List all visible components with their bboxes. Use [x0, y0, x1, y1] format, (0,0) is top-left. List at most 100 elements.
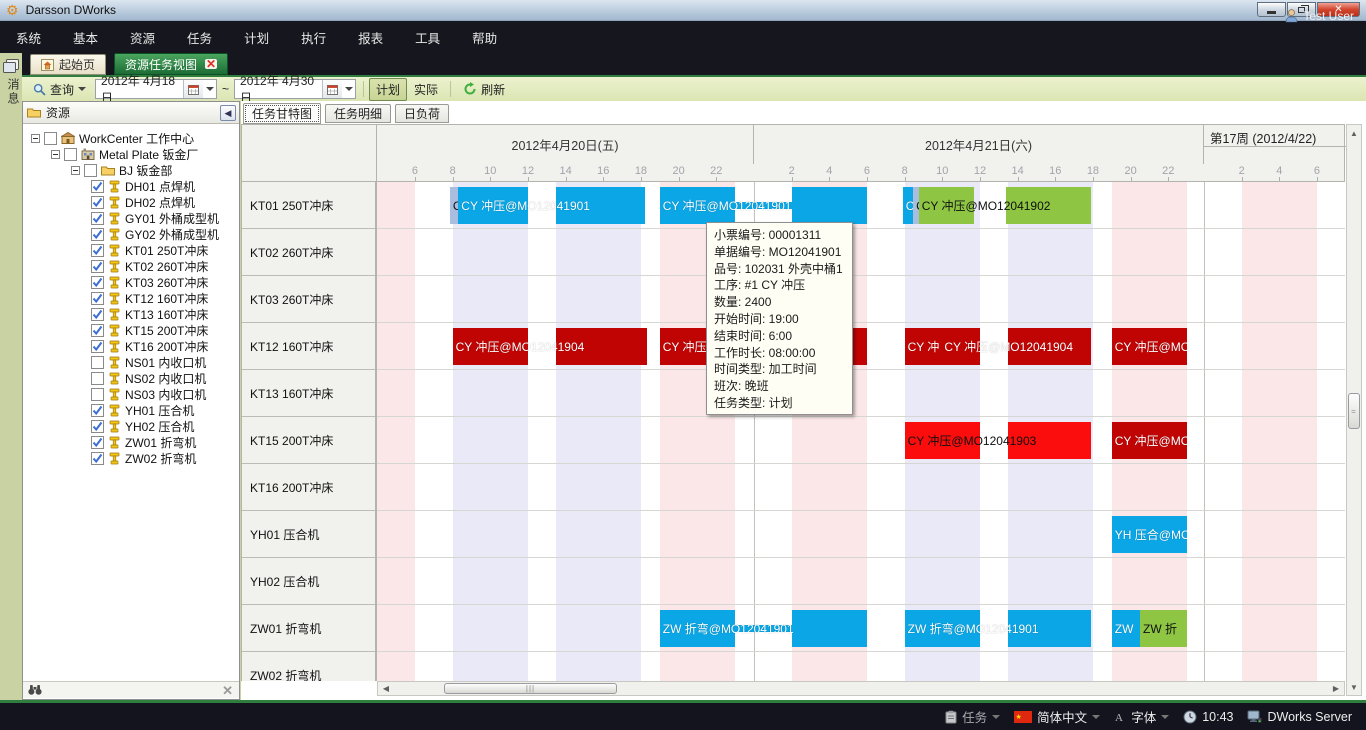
tab-close-icon[interactable]: ✕ [205, 59, 217, 69]
status-item-字体[interactable]: A字体 [1114, 707, 1169, 726]
refresh-button[interactable]: 刷新 [456, 78, 512, 101]
tree-item-NS01[interactable]: NS01 内收口机 [91, 354, 206, 370]
checkbox-unchecked[interactable] [44, 132, 57, 145]
tree-item-KT01[interactable]: KT01 250T冲床 [91, 242, 208, 258]
date-from-field[interactable]: 2012年 4月18日 [95, 79, 217, 99]
tree-item-KT15[interactable]: KT15 200T冲床 [91, 322, 208, 338]
gantt-task-bar[interactable]: ZW [1112, 610, 1140, 647]
gantt-tab-任务甘特图[interactable]: 任务甘特图 [243, 103, 321, 124]
checkbox-checked[interactable] [91, 228, 104, 241]
tree-item-ZW01[interactable]: ZW01 折弯机 [91, 434, 196, 450]
checkbox-checked[interactable] [91, 212, 104, 225]
gantt-task-bar[interactable]: ZW 折弯@MO12041901 [905, 610, 980, 647]
tree-item-KT02[interactable]: KT02 260T冲床 [91, 258, 208, 274]
gantt-task-bar[interactable]: CY 冲压@MO12041903 [905, 422, 980, 459]
checkbox-checked[interactable] [91, 420, 104, 433]
date-to-dropdown[interactable] [342, 80, 355, 98]
collapse-panel-button[interactable]: ◀ [220, 105, 236, 121]
tree-item-WorkCenter[interactable]: WorkCenter 工作中心 [31, 130, 194, 146]
checkbox-checked[interactable] [91, 452, 104, 465]
checkbox-unchecked[interactable] [84, 164, 97, 177]
menu-item-系统[interactable]: 系统 [0, 21, 57, 53]
vertical-scrollbar[interactable]: ▲ = ▼ [1346, 124, 1362, 696]
title-bar[interactable]: ⚙ Darsson DWorks ✕ [0, 0, 1366, 21]
tab-home[interactable]: 起始页 [30, 54, 106, 75]
checkbox-checked[interactable] [91, 308, 104, 321]
status-item-任务[interactable]: 任务 [945, 707, 1000, 726]
menu-item-基本[interactable]: 基本 [57, 21, 114, 53]
gantt-tab-日负荷[interactable]: 日负荷 [395, 104, 449, 123]
checkbox-checked[interactable] [91, 436, 104, 449]
checkbox-unchecked[interactable] [64, 148, 77, 161]
current-user[interactable]: Test User [1285, 0, 1354, 32]
gantt-task-bar[interactable]: CY 冲 [905, 328, 942, 365]
gantt-row-label[interactable]: KT01 250T冲床 [242, 182, 376, 229]
panel-windows-icon[interactable] [3, 59, 19, 74]
gantt-task-bar[interactable]: YH 压合@MO1 [1112, 516, 1187, 553]
status-item-简体中文[interactable]: ★简体中文 [1014, 707, 1100, 726]
minimize-button[interactable] [1257, 2, 1286, 17]
tree-item-YH01[interactable]: YH01 压合机 [91, 402, 194, 418]
tree-item-NS03[interactable]: NS03 内收口机 [91, 386, 206, 402]
status-item-10:43[interactable]: 10:43 [1183, 710, 1233, 724]
query-button[interactable]: 查询 [26, 78, 93, 101]
scrollbar-thumb[interactable]: = [1348, 393, 1360, 429]
tree-item-BJ[interactable]: BJ 钣金部 [71, 162, 172, 178]
date-from-dropdown[interactable] [203, 80, 216, 98]
tree-item-YH02[interactable]: YH02 压合机 [91, 418, 194, 434]
gantt-task-bar[interactable]: CY 冲压@MO12041904 [453, 328, 528, 365]
gantt-task-bar[interactable]: CY 冲压@MO1 [1112, 422, 1187, 459]
tree-item-NS02[interactable]: NS02 内收口机 [91, 370, 206, 386]
checkbox-checked[interactable] [91, 260, 104, 273]
scroll-left-icon[interactable]: ◀ [380, 682, 392, 695]
gantt-row-label[interactable]: KT02 260T冲床 [242, 229, 376, 276]
gantt-task-bar[interactable]: C [450, 187, 458, 224]
gantt-row-label[interactable]: KT12 160T冲床 [242, 323, 376, 370]
gantt-task-bar[interactable] [792, 187, 867, 224]
gantt-task-bar[interactable]: ZW 折弯@MO12041901 [660, 610, 735, 647]
tree-item-DH02[interactable]: DH02 点焊机 [91, 194, 195, 210]
checkbox-checked[interactable] [91, 292, 104, 305]
plan-toggle-button[interactable]: 计划 [369, 78, 407, 101]
tree-item-KT12[interactable]: KT12 160T冲床 [91, 290, 208, 306]
tree-item-DH01[interactable]: DH01 点焊机 [91, 178, 195, 194]
menu-item-计划[interactable]: 计划 [228, 21, 285, 53]
tree-item-KT16[interactable]: KT16 200T冲床 [91, 338, 208, 354]
tree-item-KT13[interactable]: KT13 160T冲床 [91, 306, 208, 322]
tree-item-KT03[interactable]: KT03 260T冲床 [91, 274, 208, 290]
collapsed-panel-tab[interactable]: 消息 [0, 78, 22, 106]
checkbox-checked[interactable] [91, 340, 104, 353]
scroll-up-icon[interactable]: ▲ [1347, 127, 1361, 139]
gantt-row-label[interactable]: KT15 200T冲床 [242, 417, 376, 464]
gantt-task-bar[interactable]: ZW 折 [1140, 610, 1187, 647]
gantt-row-label[interactable]: ZW02 折弯机 [242, 652, 376, 681]
tree-item-GY01[interactable]: GY01 外桶成型机 [91, 210, 219, 226]
scroll-down-icon[interactable]: ▼ [1347, 681, 1361, 693]
gantt-task-bar[interactable]: C [903, 187, 913, 224]
tree-item-GY02[interactable]: GY02 外桶成型机 [91, 226, 219, 242]
calendar-icon[interactable] [322, 80, 342, 98]
gantt-task-bar[interactable]: CY 冲压@MO12041902 [919, 187, 975, 224]
date-to-field[interactable]: 2012年 4月30日 [234, 79, 356, 99]
checkbox-checked[interactable] [91, 276, 104, 289]
gantt-task-bar[interactable] [792, 610, 867, 647]
checkbox-unchecked[interactable] [91, 372, 104, 385]
gantt-row-label[interactable]: YH02 压合机 [242, 558, 376, 605]
gantt-row-label[interactable]: ZW01 折弯机 [242, 605, 376, 652]
checkbox-unchecked[interactable] [91, 356, 104, 369]
gantt-tab-任务明细[interactable]: 任务明细 [325, 104, 391, 123]
checkbox-checked[interactable] [91, 244, 104, 257]
menu-item-执行[interactable]: 执行 [285, 21, 342, 53]
gantt-task-bar[interactable]: CY 冲压@MO1 [1112, 328, 1187, 365]
gantt-task-bar[interactable]: CY 冲压@MO12041904 [941, 328, 980, 365]
checkbox-unchecked[interactable] [91, 388, 104, 401]
gantt-task-bar[interactable]: CY 冲压@MO12041901 [458, 187, 528, 224]
actual-toggle-button[interactable]: 实际 [407, 78, 445, 101]
gantt-row-label[interactable]: YH01 压合机 [242, 511, 376, 558]
gantt-row-label[interactable]: KT03 260T冲床 [242, 276, 376, 323]
checkbox-checked[interactable] [91, 404, 104, 417]
clear-filter-icon[interactable]: ✕ [222, 683, 233, 699]
gantt-task-bar[interactable]: CY 冲压@MO12041901 [660, 187, 735, 224]
checkbox-checked[interactable] [91, 196, 104, 209]
tree-item-Metal[interactable]: Metal Plate 钣金厂 [51, 146, 198, 162]
